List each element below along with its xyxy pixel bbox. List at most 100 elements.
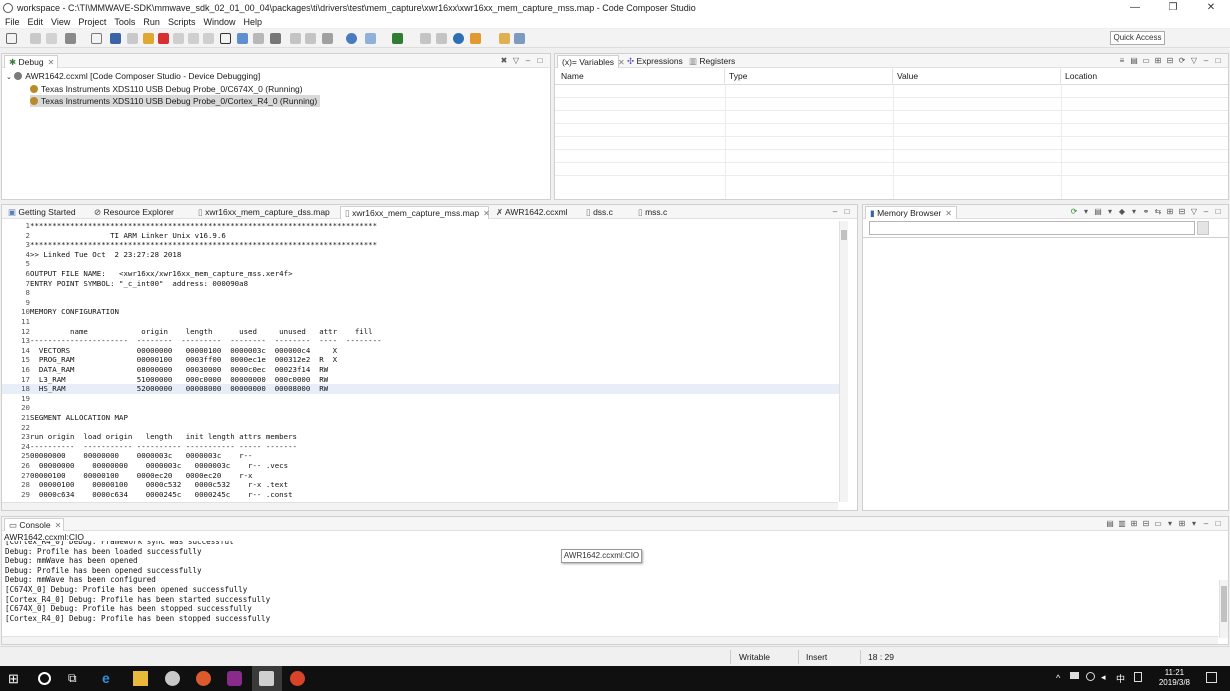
input-icon[interactable]	[1134, 672, 1142, 682]
code-line[interactable]: 10MEMORY CONFIGURATION	[2, 307, 119, 317]
perspective-icon[interactable]	[514, 33, 525, 44]
code-line[interactable]: 21SEGMENT ALLOCATION MAP	[2, 413, 128, 423]
code-line[interactable]: 17 L3_RAM 51000000 000c0000 00000000 000…	[2, 375, 328, 385]
code-line[interactable]: 15 PROG_RAM 00000100 0003ff00 0000ec1e 0…	[2, 355, 337, 365]
maximize-view-icon[interactable]: □	[1212, 56, 1224, 65]
external-tools-icon[interactable]	[392, 33, 403, 44]
edge-browser-icon[interactable]: e	[102, 671, 117, 686]
tab-getting-started[interactable]: ▣ Getting Started	[4, 206, 76, 219]
sync-icon[interactable]: ⇆	[1152, 207, 1164, 216]
search-icon[interactable]	[38, 672, 51, 685]
open-console-icon[interactable]: ⊟	[1140, 519, 1152, 528]
stepping-icon[interactable]	[290, 33, 301, 44]
ime-indicator[interactable]: 中	[1116, 672, 1125, 685]
tab-mss-map[interactable]: ▯ xwr16xx_mem_capture_mss.map ✕	[340, 206, 490, 219]
console-horizontal-scrollbar[interactable]	[2, 636, 1218, 644]
dropdown-icon[interactable]: ▾	[1104, 207, 1116, 216]
minimize-button[interactable]: —	[1116, 0, 1154, 15]
code-line[interactable]: 26 00000000 00000000 0000003c 0000003c r…	[2, 461, 288, 471]
minimize-view-icon[interactable]: –	[1200, 519, 1212, 528]
console-vertical-scrollbar[interactable]	[1219, 580, 1228, 638]
network-icon[interactable]	[1070, 672, 1079, 679]
view-menu-icon[interactable]: ▽	[510, 56, 522, 65]
restart-icon[interactable]	[270, 33, 281, 44]
terminate-icon[interactable]	[158, 33, 169, 44]
tab-console[interactable]: ▭ Console ✕	[4, 518, 64, 531]
quick-access-field[interactable]: Quick Access	[1110, 31, 1165, 45]
code-line[interactable]: 12 name origin length used unused attr f…	[2, 327, 373, 337]
ccs-taskbar-icon[interactable]	[227, 671, 242, 686]
menu-window[interactable]: Window	[203, 17, 235, 27]
maximize-view-icon[interactable]: □	[841, 207, 853, 216]
maximize-button[interactable]: ❐	[1154, 0, 1192, 15]
debug-target-c674x[interactable]: Texas Instruments XDS110 USB Debug Probe…	[30, 83, 303, 95]
menu-project[interactable]: Project	[78, 17, 106, 27]
display-console-icon[interactable]: ▭	[1152, 519, 1164, 528]
notification-icon[interactable]	[1206, 672, 1217, 683]
save-icon[interactable]	[30, 33, 41, 44]
file-explorer-icon[interactable]	[133, 671, 148, 686]
app-icon[interactable]	[165, 671, 180, 686]
code-line[interactable]: 2700000100 00000100 0000ec20 0000ec20 r-…	[2, 471, 252, 481]
new-console-icon[interactable]: ⊞	[1176, 519, 1188, 528]
pin-icon[interactable]	[470, 33, 481, 44]
code-line[interactable]: 29 0000c634 0000c634 0000245c 0000245c r…	[2, 490, 292, 500]
minimize-view-icon[interactable]: –	[1200, 56, 1212, 65]
minimize-view-icon[interactable]: –	[829, 207, 841, 216]
menu-view[interactable]: View	[51, 17, 70, 27]
step-into-icon[interactable]	[173, 33, 184, 44]
dropdown-icon[interactable]: ▾	[1128, 207, 1140, 216]
column-type[interactable]: Type	[725, 69, 893, 84]
code-line[interactable]: 6OUTPUT FILE NAME: <xwr16xx/xwr16xx_mem_…	[2, 269, 293, 279]
tab-mss-c[interactable]: ▯ mss.c	[634, 206, 667, 219]
tab-resource-explorer[interactable]: ⊘ Resource Explorer	[90, 206, 174, 219]
search-icon[interactable]	[453, 33, 464, 44]
minimize-view-icon[interactable]: –	[522, 56, 534, 65]
refresh-icon[interactable]: ⟳	[1176, 56, 1188, 65]
system-clock[interactable]: 11:21 2019/3/8	[1159, 668, 1190, 688]
chrome-icon[interactable]	[290, 671, 305, 686]
code-line[interactable]: 9	[2, 298, 30, 308]
maximize-view-icon[interactable]: □	[534, 56, 546, 65]
save-all-icon[interactable]	[46, 33, 57, 44]
debug-session-root[interactable]: ⌄ AWR1642.ccxml [Code Composer Studio - …	[6, 70, 260, 82]
scroll-lock-icon[interactable]: ▥	[1116, 519, 1128, 528]
code-line[interactable]: 5	[2, 259, 30, 269]
code-line[interactable]: 3***************************************…	[2, 240, 378, 250]
new-icon[interactable]	[6, 33, 17, 44]
code-line[interactable]: 14 VECTORS 00000000 00000100 0000003c 00…	[2, 346, 337, 356]
editor-vertical-scrollbar[interactable]	[839, 221, 848, 502]
target-icon[interactable]	[346, 33, 357, 44]
reset-icon[interactable]	[253, 33, 264, 44]
ccs-window-icon[interactable]	[259, 671, 274, 686]
close-button[interactable]: ✕	[1192, 0, 1230, 15]
view-menu-icon[interactable]: ▽	[1188, 56, 1200, 65]
remove-terminated-icon[interactable]: ✖	[498, 56, 510, 65]
build-icon[interactable]	[65, 33, 76, 44]
instruction-step-icon[interactable]	[237, 33, 248, 44]
code-line[interactable]: 19	[2, 394, 30, 404]
column-value[interactable]: Value	[893, 69, 1061, 84]
forward-icon[interactable]	[436, 33, 447, 44]
tab-expressions[interactable]: ✣ Expressions	[623, 55, 683, 68]
memory-grid-icon[interactable]	[220, 33, 231, 44]
step-over-icon[interactable]	[188, 33, 199, 44]
tab-variables[interactable]: (x)= Variables ✕	[557, 55, 625, 68]
menu-scripts[interactable]: Scripts	[168, 17, 196, 27]
save-memory-icon[interactable]: ▤	[1092, 207, 1104, 216]
code-line[interactable]: 24---------- ----------- ---------- ----…	[2, 442, 297, 452]
suspend-icon[interactable]	[143, 33, 154, 44]
debug-target-cortex-r4[interactable]: Texas Instruments XDS110 USB Debug Probe…	[30, 95, 321, 107]
show-logical-icon[interactable]: ▤	[1128, 56, 1140, 65]
dropdown-icon[interactable]: ▾	[1188, 519, 1200, 528]
step-return-icon[interactable]	[203, 33, 214, 44]
volume-icon[interactable]: ◂	[1101, 672, 1106, 683]
task-view-icon[interactable]: ⧉	[68, 671, 83, 686]
fill-icon[interactable]: ◆	[1116, 207, 1128, 216]
refresh-icon[interactable]: ⟳	[1068, 207, 1080, 216]
collapse-all-icon[interactable]: ▭	[1140, 56, 1152, 65]
new-view-icon[interactable]: ⊞	[1164, 207, 1176, 216]
code-line[interactable]: 4>> Linked Tue Oct 2 23:27:28 2018	[2, 250, 182, 260]
tab-awr1642-ccxml[interactable]: ✗ AWR1642.ccxml	[492, 206, 568, 219]
menu-edit[interactable]: Edit	[28, 17, 44, 27]
